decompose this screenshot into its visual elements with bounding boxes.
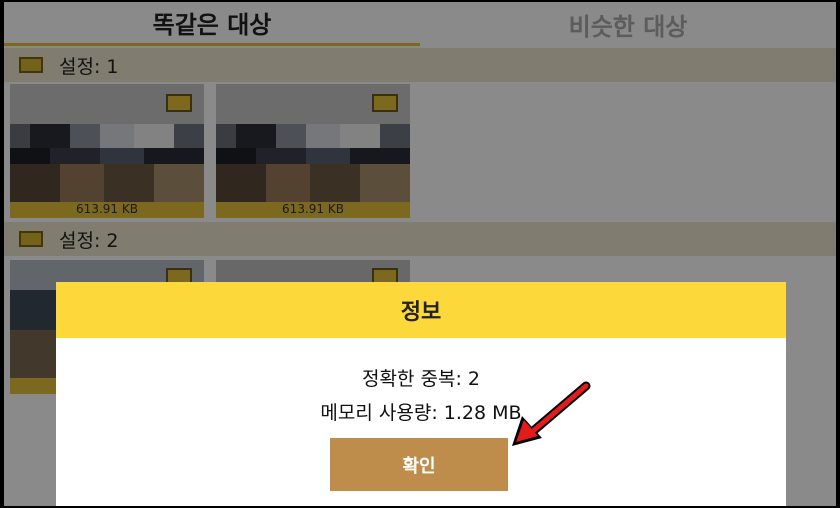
memory-usage-text: 메모리 사용량: 1.28 MB bbox=[320, 402, 522, 424]
app-screen: 똑같은 대상 비슷한 대상 설정: 1 613.91 KB 613.91 KB … bbox=[4, 2, 836, 506]
info-dialog: 정보 정확한 중복: 2 메모리 사용량: 1.28 MB 확인 bbox=[56, 282, 786, 506]
dialog-title: 정보 bbox=[56, 282, 786, 338]
exact-duplicates-text: 정확한 중복: 2 bbox=[362, 368, 480, 390]
annotation-arrow-icon bbox=[512, 381, 591, 446]
ok-button[interactable]: 확인 bbox=[330, 438, 508, 491]
